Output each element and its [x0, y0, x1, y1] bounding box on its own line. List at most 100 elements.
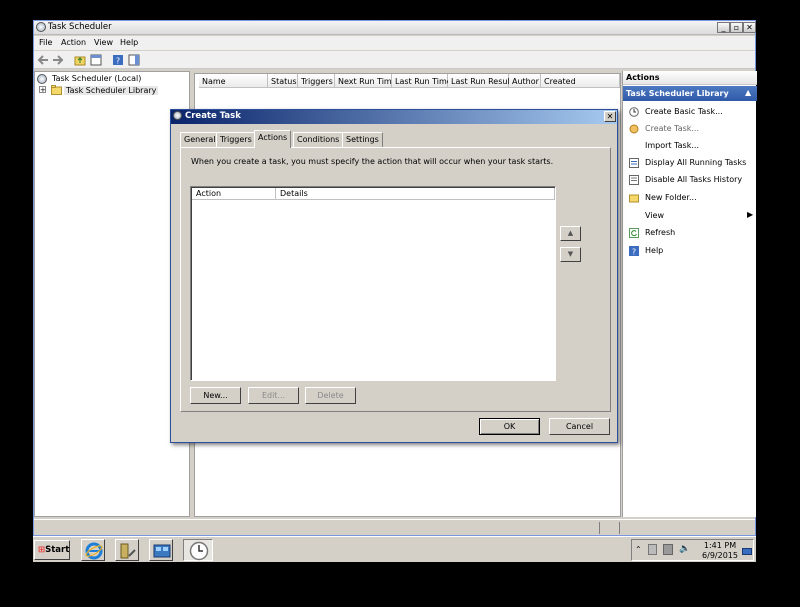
column-next-run-time[interactable]: Next Run Time [335, 74, 397, 88]
quicklaunch-powershell[interactable] [149, 539, 173, 561]
action-center-icon[interactable] [648, 544, 657, 555]
column-last-run-result[interactable]: Last Run Result [448, 74, 513, 88]
clock-time[interactable]: 1:41 PM [703, 541, 737, 550]
maximize-button[interactable]: ▫ [730, 22, 743, 33]
clock-date[interactable]: 6/9/2015 [699, 551, 741, 560]
show-hide-console-tree-icon[interactable] [90, 54, 102, 66]
tab-triggers[interactable]: Triggers [216, 132, 256, 147]
quicklaunch-server-manager[interactable] [115, 539, 139, 561]
action-import-task[interactable]: Import Task... [629, 139, 755, 155]
tab-general[interactable]: General [180, 132, 220, 147]
show-hidden-icons-icon[interactable]: ⌃ [635, 545, 642, 554]
control-panel-icon [153, 544, 171, 558]
svg-text:?: ? [632, 247, 636, 256]
folder-icon [51, 85, 62, 95]
show-hide-action-pane-icon[interactable] [128, 54, 140, 66]
task-scheduler-app-icon [36, 22, 46, 32]
actions-pane: Actions Task Scheduler Library ▲ Create … [622, 71, 757, 517]
taskbar-task-scheduler[interactable] [183, 539, 213, 561]
title-bar[interactable]: Task Scheduler _ ▫ ✕ [34, 21, 756, 35]
close-window-button[interactable]: ✕ [743, 22, 756, 33]
column-author[interactable]: Author [509, 74, 541, 88]
column-last-run-time[interactable]: Last Run Time [392, 74, 452, 88]
column-name[interactable]: Name [199, 74, 268, 88]
taskbar: ⊞Start ⌃ 🔈 1:41 PM 6/9/2015 [33, 536, 756, 562]
view-icon [629, 211, 639, 221]
status-bar [34, 519, 755, 535]
show-desktop-icon[interactable] [742, 548, 752, 555]
move-down-button[interactable]: ▼ [560, 247, 581, 262]
ok-button[interactable]: OK [479, 418, 540, 435]
help-icon: ? [629, 246, 639, 256]
help-toolbar-icon[interactable]: ? [112, 54, 124, 66]
start-button[interactable]: ⊞Start [34, 540, 70, 560]
console-tree: Task Scheduler (Local) + Task Scheduler … [34, 71, 190, 517]
import-task-icon [629, 141, 639, 151]
start-label: Start [45, 545, 70, 555]
tree-root-label: Task Scheduler (Local) [52, 74, 142, 83]
column-status[interactable]: Status [268, 74, 298, 88]
svg-text:?: ? [116, 57, 120, 66]
expand-icon[interactable]: + [39, 86, 46, 94]
new-action-button[interactable]: New... [190, 387, 241, 404]
display-running-icon [629, 158, 639, 168]
menu-view[interactable]: View [94, 38, 113, 47]
action-disable-tasks-history[interactable]: Disable All Tasks History [629, 173, 755, 189]
volume-icon[interactable]: 🔈 [679, 544, 690, 554]
create-basic-task-icon [629, 107, 639, 117]
menu-bar: File Action View Help [34, 36, 755, 50]
menu-action[interactable]: Action [61, 38, 86, 47]
up-folder-icon[interactable] [74, 54, 86, 66]
action-help[interactable]: ? Help [629, 244, 755, 260]
dialog-clock-icon [173, 111, 182, 120]
action-create-basic-task[interactable]: Create Basic Task... [629, 105, 755, 121]
list-column-details[interactable]: Details [276, 188, 555, 200]
actions-description: When you create a task, you must specify… [191, 157, 554, 166]
column-triggers[interactable]: Triggers [298, 74, 335, 88]
back-arrow-icon[interactable] [37, 54, 49, 66]
tree-library-label: Task Scheduler Library [64, 86, 159, 95]
action-display-running-tasks[interactable]: Display All Running Tasks [629, 156, 755, 172]
system-tray: ⌃ 🔈 1:41 PM 6/9/2015 [631, 539, 754, 561]
refresh-icon [629, 228, 639, 238]
column-created[interactable]: Created [541, 74, 620, 88]
actions-section-header[interactable]: Task Scheduler Library ▲ [623, 86, 757, 101]
status-divider [619, 522, 620, 534]
action-refresh[interactable]: Refresh [629, 226, 755, 242]
dialog-close-button[interactable]: ✕ [604, 111, 616, 122]
action-new-folder[interactable]: New Folder... [629, 191, 755, 207]
disable-history-icon [629, 175, 639, 185]
tab-actions[interactable]: Actions [254, 130, 292, 148]
network-icon[interactable] [663, 544, 673, 555]
forward-arrow-icon[interactable] [52, 54, 64, 66]
submenu-arrow-icon: ▶ [747, 210, 754, 219]
new-folder-icon [629, 194, 639, 203]
status-divider [599, 522, 600, 534]
list-column-action[interactable]: Action [192, 188, 276, 200]
action-view[interactable]: View ▶ [629, 209, 755, 225]
task-scheduler-taskbar-icon [189, 541, 209, 561]
tab-settings[interactable]: Settings [342, 132, 383, 147]
menu-help[interactable]: Help [120, 38, 138, 47]
internet-explorer-icon [85, 542, 103, 560]
actions-list[interactable]: Action Details [190, 186, 556, 381]
server-manager-icon [120, 543, 136, 559]
clock-icon [37, 74, 47, 84]
quicklaunch-ie[interactable] [81, 539, 105, 561]
toolbar: ? [34, 51, 755, 69]
menu-file[interactable]: File [39, 38, 52, 47]
delete-action-button[interactable]: Delete [305, 387, 356, 404]
collapse-up-icon[interactable]: ▲ [745, 88, 751, 97]
cancel-button[interactable]: Cancel [549, 418, 610, 435]
actions-tab-panel: When you create a task, you must specify… [180, 147, 611, 412]
dialog-title-bar[interactable]: Create Task ✕ [171, 110, 617, 124]
minimize-button[interactable]: _ [717, 22, 730, 33]
edit-action-button[interactable]: Edit... [248, 387, 299, 404]
actions-section-label: Task Scheduler Library [626, 89, 729, 98]
move-up-button[interactable]: ▲ [560, 226, 581, 241]
tab-conditions[interactable]: Conditions [293, 132, 344, 147]
action-create-task[interactable]: Create Task... [629, 122, 755, 138]
tree-item-library[interactable]: + Task Scheduler Library [39, 85, 169, 97]
window-title: Task Scheduler [48, 22, 112, 32]
dialog-title: Create Task [185, 111, 241, 121]
